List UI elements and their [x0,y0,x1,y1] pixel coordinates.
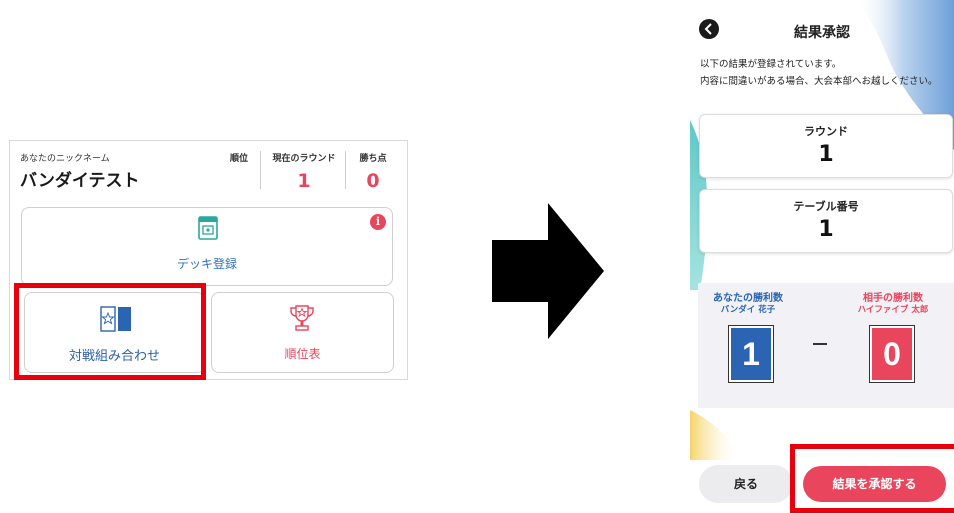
table-value: 1 [818,217,834,242]
highlight-box [790,444,954,513]
arrow-right-icon [492,203,604,339]
message-line: 内容に間違いがある場合、大会本部へお越しください。 [700,76,938,87]
nickname-label: あなたのニックネーム [20,154,110,164]
page-title: 結果承認 [794,25,850,41]
highlight-box [14,283,206,380]
my-wins-label: あなたの勝利数 [713,293,783,304]
table-box: テーブル番号 1 [699,189,953,253]
stat-rank-label: 順位 [229,154,248,164]
stat-wins-value: 0 [366,170,380,192]
result-confirm-screen: 結果承認 以下の結果が登録されています。 内容に間違いがある場合、大会本部へお越… [690,0,954,513]
back-button[interactable]: 戻る [699,465,793,503]
deck-register-button[interactable]: i デッキ登録 [21,207,393,286]
info-badge: i [370,214,386,230]
stat-divider [345,151,346,189]
nickname: バンダイテスト [20,171,140,191]
ranking-button[interactable]: 順位表 [211,292,394,373]
score-separator [813,343,827,345]
opponent-score-value: 0 [872,328,912,380]
confirm-message: 以下の結果が登録されています。 内容に間違いがある場合、大会本部へお越しください… [700,56,952,90]
score-area: あなたの勝利数 バンダイ 花子 相手の勝利数 ハイファイブ 太郎 1 0 [698,283,954,408]
round-value: 1 [818,142,834,167]
opponent-player-name: ハイファイブ 太郎 [857,305,929,315]
stat-divider [260,151,261,189]
trophy-icon [290,305,314,331]
opponent-wins-label: 相手の勝利数 [863,293,923,304]
stat-round-label: 現在のラウンド [272,154,336,164]
stat-wins: 勝ち点 0 [350,151,396,192]
round-box: ラウンド 1 [699,114,953,178]
stat-round-value: 1 [297,170,311,192]
my-score-value: 1 [731,328,771,380]
my-player-name: バンダイ 花子 [720,305,776,315]
deck-box-icon [198,216,218,240]
my-score-card: 1 [728,325,774,383]
stat-wins-label: 勝ち点 [359,154,387,164]
deck-register-label: デッキ登録 [176,257,237,271]
round-label: ラウンド [804,125,848,138]
opponent-score-card: 0 [869,325,915,383]
ranking-label: 順位表 [284,347,321,361]
stat-rank: 順位 [222,151,256,170]
stat-round: 現在のラウンド 1 [266,151,342,192]
message-line: 以下の結果が登録されています。 [700,59,842,70]
decorative-wave [690,410,740,460]
table-label: テーブル番号 [793,200,859,213]
